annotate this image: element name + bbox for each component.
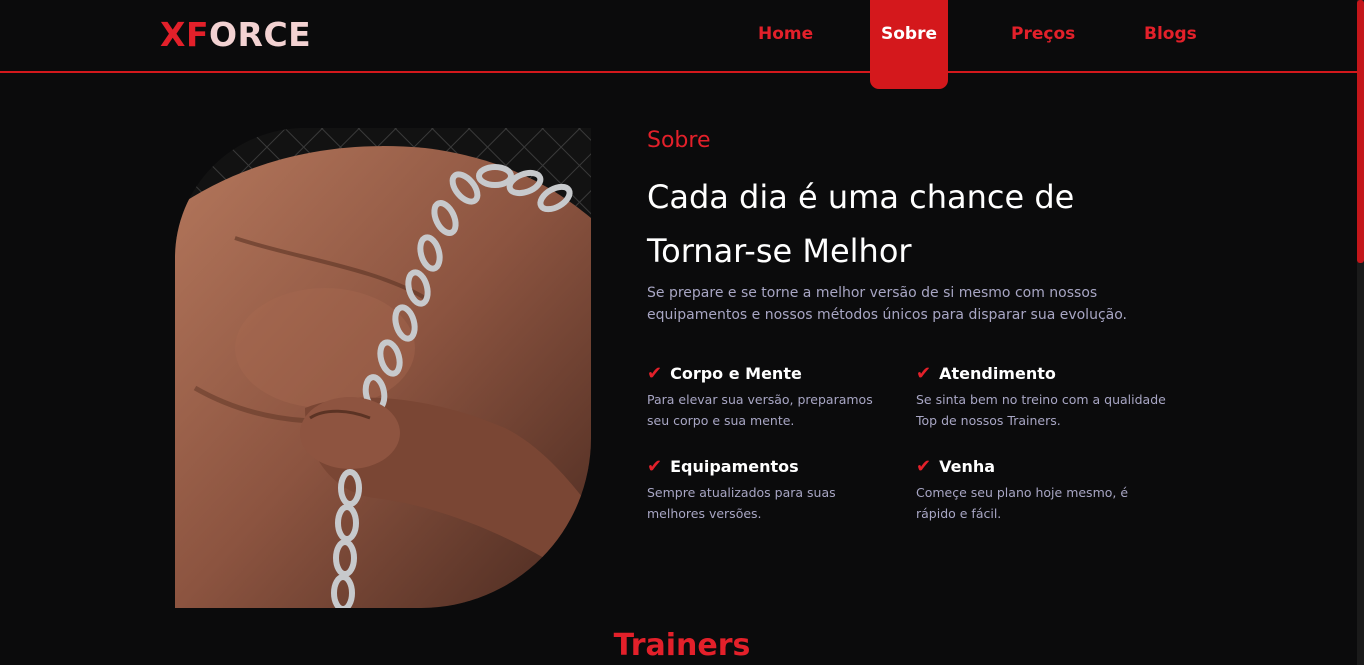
feature-text: Para elevar sua versão, preparamos seu c… <box>647 392 873 428</box>
feature-title-row: ✔ Equipamentos <box>647 457 897 476</box>
headline-line-1: Cada dia é uma chance de <box>647 178 1075 216</box>
brand-logo[interactable]: XFORCE <box>160 15 311 54</box>
trainers-section-title: Trainers <box>613 628 751 663</box>
check-icon: ✔ <box>916 455 932 477</box>
nav-sobre-link[interactable]: Sobre <box>870 0 948 89</box>
scrollbar-thumb[interactable] <box>1357 0 1364 263</box>
nav-home-link[interactable]: Home <box>758 24 813 44</box>
nav-blogs-link[interactable]: Blogs <box>1144 24 1197 44</box>
feature-title: Corpo e Mente <box>670 364 802 383</box>
feature-title: Atendimento <box>939 364 1056 383</box>
about-description: Se prepare e se torne a melhor versão de… <box>647 285 1127 323</box>
logo-accent: XF <box>160 15 209 54</box>
logo-rest: ORCE <box>209 15 312 54</box>
feature-title: Equipamentos <box>670 457 799 476</box>
athlete-with-chain-illustration <box>175 128 591 608</box>
check-icon: ✔ <box>647 362 663 384</box>
feature-title-row: ✔ Corpo e Mente <box>647 364 897 383</box>
about-headline: Cada dia é uma chance de Tornar-se Melho… <box>647 170 1167 278</box>
about-hero-image <box>175 128 591 608</box>
headline-line-2: Tornar-se Melhor <box>647 232 912 270</box>
about-eyebrow: Sobre <box>647 128 711 153</box>
feature-equipamentos: ✔ Equipamentos Sempre atualizados para s… <box>647 457 897 524</box>
feature-corpo-e-mente: ✔ Corpo e Mente Para elevar sua versão, … <box>647 364 897 431</box>
check-icon: ✔ <box>647 455 663 477</box>
feature-title-row: ✔ Atendimento <box>916 364 1166 383</box>
feature-text: Sempre atualizados para suas melhores ve… <box>647 485 836 521</box>
feature-text: Começe seu plano hoje mesmo, é rápido e … <box>916 485 1129 521</box>
site-header: XFORCE Home Sobre Preços Blogs <box>0 0 1364 89</box>
feature-title: Venha <box>939 457 996 476</box>
feature-text: Se sinta bem no treino com a qualidade T… <box>916 392 1166 428</box>
feature-venha: ✔ Venha Começe seu plano hoje mesmo, é r… <box>916 457 1166 524</box>
feature-title-row: ✔ Venha <box>916 457 1166 476</box>
check-icon: ✔ <box>916 362 932 384</box>
feature-atendimento: ✔ Atendimento Se sinta bem no treino com… <box>916 364 1166 431</box>
nav-precos-link[interactable]: Preços <box>1011 24 1075 44</box>
